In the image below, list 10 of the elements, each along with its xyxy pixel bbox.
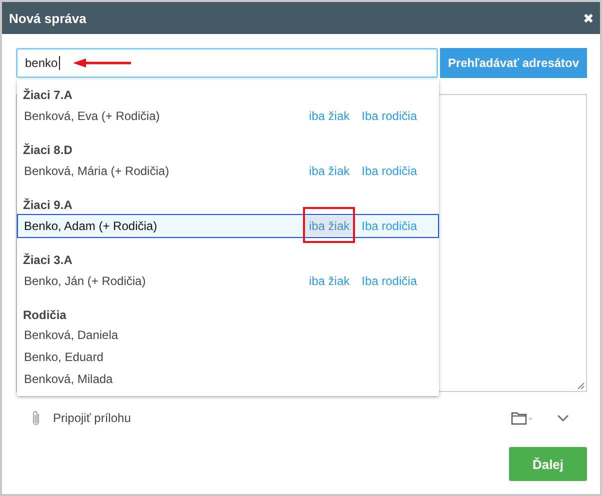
group-heading: Rodičia: [22, 307, 68, 324]
recipient-name: Benková, Eva (+ Rodičia): [24, 109, 161, 123]
recipient-name: Benko, Adam (+ Rodičia): [24, 219, 158, 233]
group-heading: Žiaci 8.D: [22, 142, 74, 159]
group-heading: Žiaci 9.A: [22, 197, 74, 214]
group-heading: Žiaci 3.A: [22, 252, 74, 269]
recipient-name: Benková, Mária (+ Rodičia): [24, 164, 170, 178]
window-title: Nová správa: [9, 10, 88, 26]
recipient-name: Benko, Ján (+ Rodičia): [24, 274, 147, 288]
group-heading: Žiaci 7.A: [22, 87, 74, 104]
